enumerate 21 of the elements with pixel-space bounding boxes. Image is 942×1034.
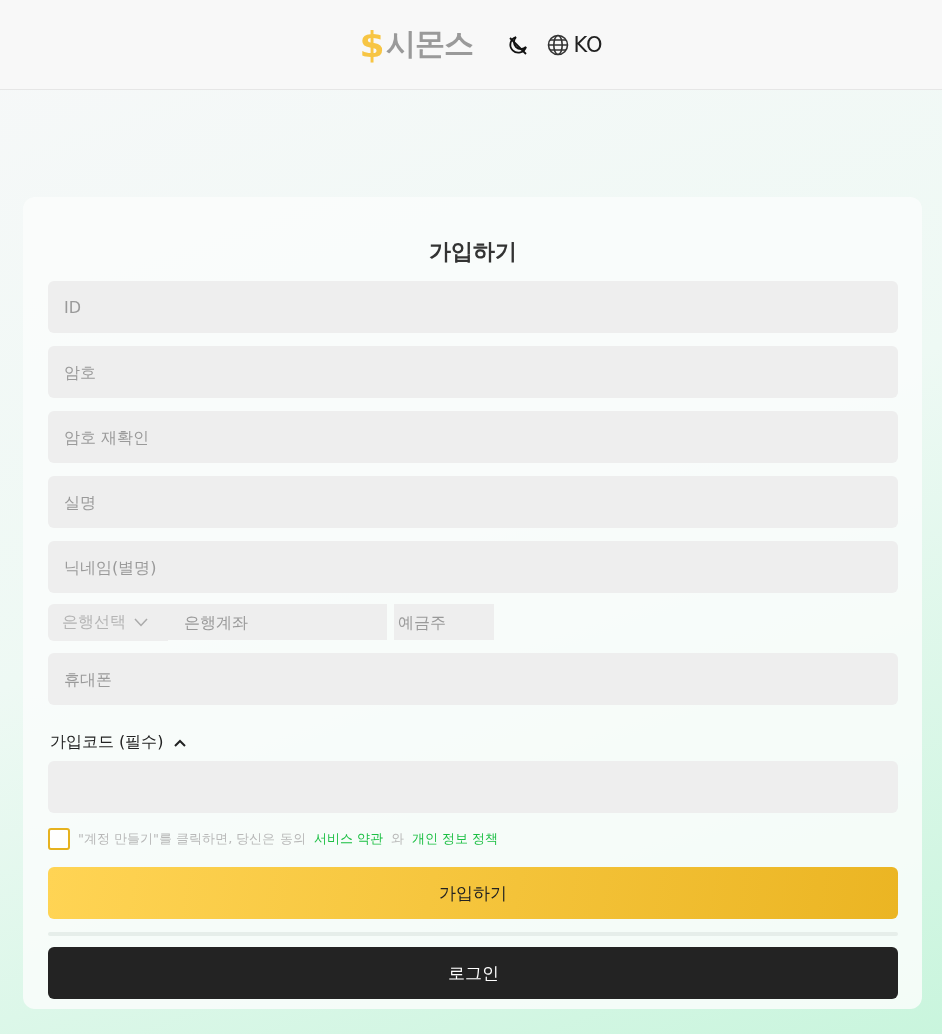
account-field[interactable]: 은행계좌 <box>168 604 387 640</box>
text-field[interactable]: 암호 재확인 <box>48 411 898 463</box>
chevron-down-icon <box>134 618 148 627</box>
text-field[interactable]: ID <box>48 281 898 333</box>
conjunction-text: 와 <box>390 830 404 848</box>
text-field[interactable]: 암호 <box>48 346 898 398</box>
form-title: 가입하기 <box>428 238 518 266</box>
account-holder-field[interactable]: 예금주 <box>394 604 494 640</box>
agreement-checkbox[interactable] <box>48 828 70 850</box>
phone-field[interactable]: 휴대폰 <box>48 653 898 705</box>
signup-code-toggle[interactable]: 가입코드 (필수) <box>50 728 898 757</box>
logo-text: 시몬스 <box>386 25 474 63</box>
language-label[interactable]: KO <box>573 32 603 57</box>
login-button[interactable]: 로그인 <box>48 947 898 999</box>
agreement-text: "계정 만들기"를 클릭하면, 당신은 동의 <box>78 830 306 848</box>
text-field[interactable]: 닉네임(별명) <box>48 541 898 593</box>
dark-mode-icon[interactable] <box>507 33 530 56</box>
globe-icon[interactable] <box>547 33 570 56</box>
logo-symbol: $ <box>359 24 385 65</box>
text-field[interactable]: 실명 <box>48 476 898 528</box>
signup-button[interactable]: 가입하기 <box>48 867 898 919</box>
